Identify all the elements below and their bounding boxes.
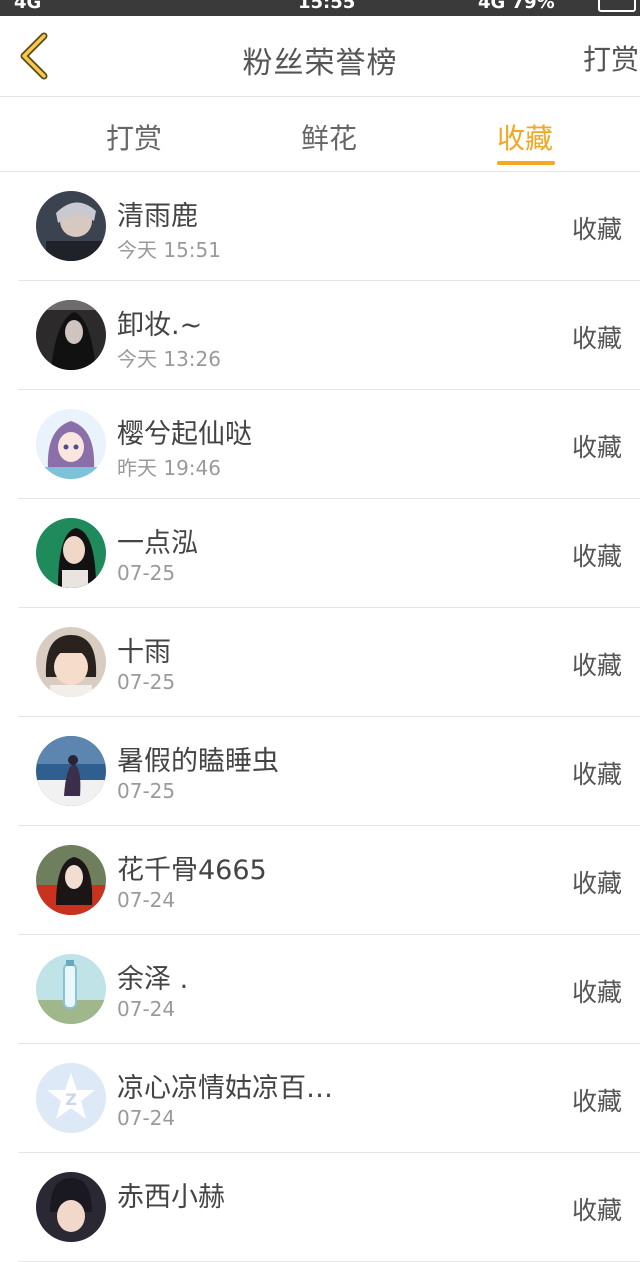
favorite-label: 收藏 [571, 324, 622, 353]
favorite-label: 收藏 [571, 433, 622, 462]
list-item[interactable]: 一点泓 07-25 收藏 [18, 499, 640, 608]
fan-name: 赤西小赫 [117, 1182, 225, 1213]
list-item[interactable]: 暑假的瞌睡虫 07-25 收藏 [18, 717, 640, 826]
signal-text: 4G [14, 0, 42, 13]
fan-time: 07-24 [117, 888, 176, 912]
fan-time: 07-25 [117, 561, 176, 585]
avatar [36, 736, 106, 806]
favorite-label: 收藏 [571, 1087, 622, 1116]
fan-time: 昨天 19:46 [117, 456, 221, 480]
favorite-label: 收藏 [571, 542, 622, 571]
fan-list: 清雨鹿 今天 15:51 收藏 卸妆.~ 今天 13:26 收藏 樱兮起仙哒 昨… [0, 172, 640, 1262]
fan-time: 07-24 [117, 997, 176, 1021]
reward-link[interactable]: 打赏 [583, 38, 639, 78]
favorite-label: 收藏 [571, 869, 622, 898]
avatar [36, 954, 106, 1024]
tab-reward-label: 打赏 [105, 122, 162, 155]
status-time: 15:55 [298, 0, 356, 13]
avatar [36, 845, 106, 915]
fan-name: 樱兮起仙哒 [117, 419, 252, 450]
favorite-label: 收藏 [571, 1196, 622, 1225]
fan-time: 今天 15:51 [117, 238, 221, 262]
status-bar: 4G 15:55 4G 79% [0, 0, 640, 16]
svg-text:Z: Z [65, 1090, 77, 1109]
favorite-label: 收藏 [571, 978, 622, 1007]
list-item[interactable]: 樱兮起仙哒 昨天 19:46 收藏 [18, 390, 640, 499]
active-tab-indicator [497, 161, 555, 165]
list-item[interactable]: 十雨 07-25 收藏 [18, 608, 640, 717]
tab-favorites-label: 收藏 [496, 122, 553, 155]
list-item[interactable]: 花千骨4665 07-24 收藏 [18, 826, 640, 935]
tab-flowers-label: 鲜花 [300, 122, 357, 155]
fan-name: 一点泓 [117, 528, 198, 559]
fan-name: 花千骨4665 [117, 855, 267, 886]
favorite-label: 收藏 [571, 651, 622, 680]
tab-bar: 打赏 鲜花 收藏 [0, 97, 640, 172]
fan-time: 07-25 [117, 779, 176, 803]
avatar: Z [36, 1063, 106, 1133]
avatar [36, 191, 106, 261]
tab-reward[interactable]: 打赏 [54, 97, 214, 171]
fan-time: 今天 13:26 [117, 347, 221, 371]
status-right: 4G 79% [478, 0, 555, 13]
fan-name: 卸妆.~ [117, 310, 203, 341]
favorite-label: 收藏 [571, 760, 622, 789]
list-item[interactable]: 余泽 . 07-24 收藏 [18, 935, 640, 1044]
tab-favorites[interactable]: 收藏 [445, 97, 605, 171]
avatar [36, 627, 106, 697]
page-title: 粉丝荣誉榜 [242, 46, 398, 81]
tab-flowers[interactable]: 鲜花 [249, 97, 409, 171]
nav-bar: 粉丝荣誉榜 打赏 [0, 16, 640, 97]
favorite-label: 收藏 [571, 215, 622, 244]
fan-name: 凉心凉情姑凉百… [117, 1073, 333, 1104]
avatar [36, 300, 106, 370]
list-item[interactable]: 赤西小赫 收藏 [18, 1153, 640, 1262]
avatar [36, 518, 106, 588]
list-item[interactable]: 卸妆.~ 今天 13:26 收藏 [18, 281, 640, 390]
fan-time: 07-25 [117, 670, 176, 694]
fan-time: 07-24 [117, 1106, 176, 1130]
battery-icon [598, 0, 636, 12]
fan-name: 余泽 . [117, 964, 189, 995]
avatar [36, 409, 106, 479]
avatar [36, 1172, 106, 1242]
list-item[interactable]: 清雨鹿 今天 15:51 收藏 [18, 172, 640, 281]
fan-name: 清雨鹿 [117, 201, 198, 232]
fan-name: 十雨 [117, 637, 171, 668]
list-item[interactable]: Z 凉心凉情姑凉百… 07-24 收藏 [18, 1044, 640, 1153]
fan-name: 暑假的瞌睡虫 [117, 746, 279, 777]
